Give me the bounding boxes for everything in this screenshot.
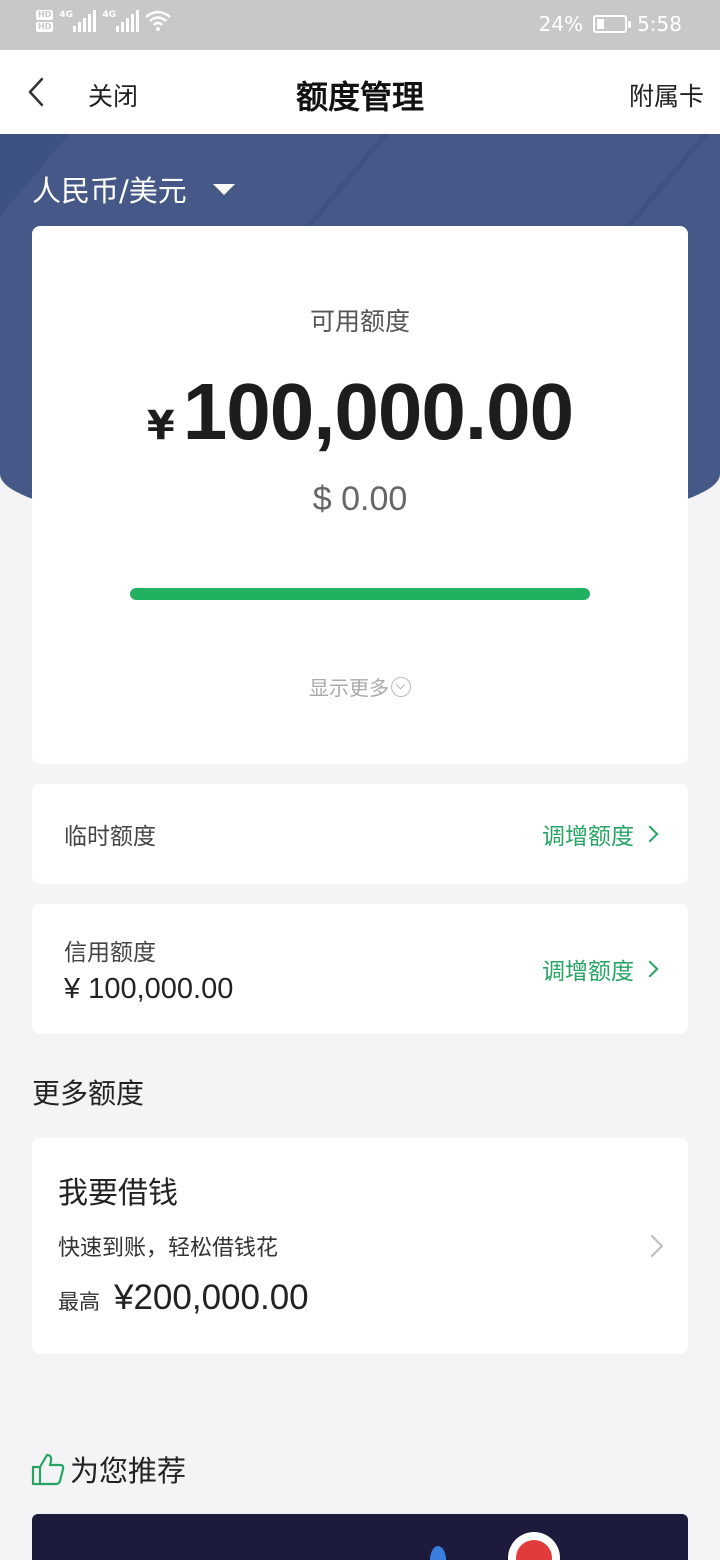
currency-symbol: ¥ <box>146 403 175 449</box>
available-limit-card: 可用额度 ¥100,000.00 $ 0.00 显示更多 <box>32 226 688 764</box>
borrow-money-card[interactable]: 我要借钱 快速到账，轻松借钱花 最高 ¥200,000.00 <box>32 1138 688 1354</box>
signal-icon-1: 4G <box>59 10 97 32</box>
loan-title: 我要借钱 <box>58 1176 178 1211</box>
more-limits-title: 更多额度 <box>32 1077 145 1110</box>
usage-progress-bar <box>130 588 590 600</box>
status-bar: HD HD 4G 4G 24% 5:58 <box>0 0 720 50</box>
chevron-right-icon <box>641 825 659 843</box>
currency-selector[interactable]: 人民币/美元 <box>32 168 235 210</box>
thumbs-up-icon <box>31 1453 65 1486</box>
credit-limit-row[interactable]: 信用额度 ¥ 100,000.00 调增额度 <box>32 904 688 1034</box>
supplementary-card-button[interactable]: 附属卡 <box>629 77 704 113</box>
loan-max: 最高 ¥200,000.00 <box>58 1278 309 1318</box>
show-more-button[interactable]: 显示更多 <box>32 672 688 701</box>
page: HD HD 4G 4G 24% 5:58 关闭 额度管理 附属卡 人民币/美元 … <box>0 0 720 1560</box>
recommend-header: 为您推荐 <box>30 1448 186 1490</box>
show-more-label: 显示更多 <box>309 676 389 700</box>
chevron-right-icon <box>640 1234 664 1258</box>
loan-description: 快速到账，轻松借钱花 <box>58 1236 279 1261</box>
currency-selector-label: 人民币/美元 <box>32 174 187 208</box>
clock: 5:58 <box>637 12 682 36</box>
temp-limit-row[interactable]: 临时额度 调增额度 <box>32 784 688 884</box>
credit-limit-increase-button[interactable]: 调增额度 <box>542 952 659 986</box>
hd-indicator: HD HD <box>36 10 54 32</box>
banner-decoration <box>430 1546 446 1560</box>
loan-max-amount: ¥200,000.00 <box>114 1278 309 1317</box>
status-right: 24% 5:58 <box>539 12 682 36</box>
available-amount: ¥100,000.00 <box>32 366 688 458</box>
usage-progress-fill <box>130 588 590 600</box>
expand-circle-icon <box>391 676 411 697</box>
hd-icon-2: HD <box>36 22 54 32</box>
available-limit-label: 可用额度 <box>309 307 410 336</box>
credit-limit-action-label: 调增额度 <box>542 959 634 985</box>
chevron-right-icon <box>641 960 659 978</box>
recommend-title: 为您推荐 <box>70 1454 187 1488</box>
network-type-1: 4G <box>59 10 73 20</box>
battery-icon <box>593 15 632 33</box>
temp-limit-action-label: 调增额度 <box>542 824 634 850</box>
promo-banner[interactable] <box>32 1514 688 1560</box>
back-arrow-icon[interactable] <box>20 74 56 110</box>
network-type-2: 4G <box>102 10 116 20</box>
available-amount-value: 100,000.00 <box>182 367 574 456</box>
status-left: HD HD 4G 4G <box>36 10 172 32</box>
close-button[interactable]: 关闭 <box>88 77 138 113</box>
loan-max-label: 最高 <box>58 1290 100 1314</box>
caret-down-icon <box>212 183 235 195</box>
hd-icon-1: HD <box>36 10 54 20</box>
credit-limit-label: 信用额度 <box>64 939 156 966</box>
nav-bar: 关闭 额度管理 附属卡 <box>0 50 720 134</box>
temp-limit-increase-button[interactable]: 调增额度 <box>542 817 659 851</box>
wifi-icon <box>145 10 172 31</box>
usd-amount: $ 0.00 <box>312 480 408 518</box>
battery-percent: 24% <box>538 12 584 36</box>
mascot-icon <box>508 1532 560 1560</box>
temp-limit-label: 临时额度 <box>64 824 156 850</box>
credit-limit-value: ¥ 100,000.00 <box>64 972 234 1005</box>
credit-limit-info: 信用额度 ¥ 100,000.00 <box>64 933 233 1006</box>
signal-icon-2: 4G <box>102 10 140 32</box>
